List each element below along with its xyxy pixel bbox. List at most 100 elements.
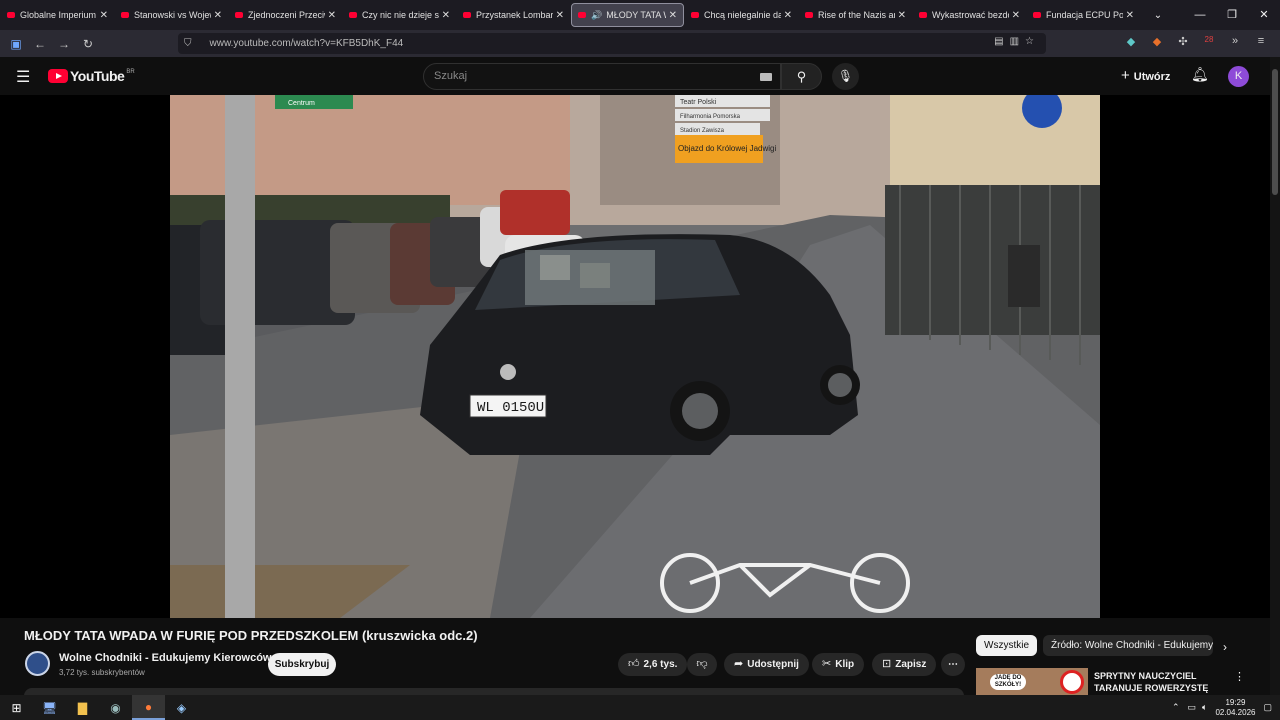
browser-tab[interactable]: Czy nic nie dzieje się ✕ bbox=[343, 3, 456, 27]
tray-chevron-icon[interactable]: ⌃ bbox=[1172, 702, 1180, 713]
sidebar-toggle-icon[interactable]: ▣ bbox=[4, 37, 28, 51]
chevron-right-icon[interactable]: › bbox=[1223, 640, 1227, 654]
share-icon: ➦ bbox=[734, 658, 744, 670]
vpn-extension-icon[interactable]: ◆ bbox=[1118, 35, 1144, 48]
close-tab-icon[interactable]: ✕ bbox=[1012, 10, 1020, 21]
recommended-video-thumbnail[interactable]: JADĘ DO SZKOŁY! bbox=[976, 668, 1088, 695]
dislike-button[interactable]: 👎︎ bbox=[687, 653, 717, 676]
close-window-icon[interactable]: ✕ bbox=[1248, 0, 1280, 30]
notifications-bell-icon[interactable]: 🔔︎ bbox=[1191, 66, 1209, 83]
plus-icon: + bbox=[1121, 67, 1130, 84]
ublock-badge[interactable]: 28 bbox=[1196, 35, 1222, 48]
extensions-area: ◆ ◆ ✣ 28 » ≡ bbox=[1118, 35, 1274, 48]
close-tab-icon[interactable]: ✕ bbox=[1126, 10, 1134, 21]
bookmark-star-icon[interactable]: ☆ bbox=[1025, 36, 1040, 47]
close-tab-icon[interactable]: ✕ bbox=[442, 10, 450, 21]
address-bar-actions: ▤▥☆ bbox=[994, 36, 1040, 47]
close-tab-icon[interactable]: ✕ bbox=[100, 10, 108, 21]
browser-nav-bar: ▣ ← → ↻ ⛉ www.youtube.com/watch?v=KFB5Dh… bbox=[0, 30, 1280, 57]
reload-icon[interactable]: ↻ bbox=[76, 37, 100, 51]
thumbs-up-icon: 👍︎ bbox=[628, 658, 640, 670]
video-frame[interactable]: WL 0150U Teatr Polski Filharmonia Pomors… bbox=[170, 95, 1100, 618]
share-button[interactable]: ➦ Udostępnij bbox=[724, 653, 809, 676]
sign-centrum: Centrum bbox=[288, 100, 315, 107]
close-tab-icon[interactable]: ✕ bbox=[784, 10, 792, 21]
file-explorer-icon[interactable]: ▇ bbox=[66, 695, 99, 720]
channel-name[interactable]: Wolne Chodniki - Edukujemy Kierowców bbox=[59, 652, 272, 664]
windows-start-icon[interactable]: ⊞ bbox=[0, 695, 33, 720]
browser-tab[interactable]: Fundacja ECPU Polsk✕ bbox=[1027, 3, 1140, 27]
close-tab-icon[interactable]: ✕ bbox=[328, 10, 336, 21]
youtube-logo[interactable]: YouTube BR bbox=[48, 68, 135, 84]
account-avatar[interactable]: K bbox=[1228, 66, 1249, 87]
browser-tab[interactable]: Zjednoczeni Przeciw ✕ bbox=[229, 3, 342, 27]
search-input[interactable]: Szukaj bbox=[423, 63, 781, 90]
youtube-favicon-icon bbox=[121, 12, 129, 18]
close-tab-icon[interactable]: ✕ bbox=[214, 10, 222, 21]
youtube-favicon-icon bbox=[235, 12, 243, 18]
notifications-icon[interactable]: ▢ bbox=[1263, 702, 1272, 713]
forward-icon[interactable]: → bbox=[52, 37, 76, 51]
channel-avatar[interactable] bbox=[25, 651, 50, 676]
voice-search-button[interactable]: 🎙 bbox=[832, 63, 859, 90]
close-tab-icon[interactable]: ✕ bbox=[556, 10, 564, 21]
clock[interactable]: 19:29 02.04.2026 bbox=[1215, 698, 1255, 718]
list-all-tabs-icon[interactable]: ⌄ bbox=[1148, 10, 1168, 21]
overflow-chevron-icon[interactable]: » bbox=[1222, 35, 1248, 48]
clip-button[interactable]: ✂ Klip bbox=[812, 653, 865, 676]
windows-taskbar: ⊞ 🖥︎ ▇ ◉ ● ◈ ⌃ ▭ 🔈︎ 19:29 02.04.2026 ▢ bbox=[0, 695, 1280, 720]
firefox-icon[interactable]: ● bbox=[132, 695, 165, 720]
speaker-icon[interactable]: 🔊 bbox=[591, 10, 602, 21]
url-text[interactable]: www.youtube.com/watch?v=KFB5DhK_F44 bbox=[210, 38, 404, 49]
chip-all[interactable]: Wszystkie bbox=[976, 635, 1037, 656]
youtube-favicon-icon bbox=[919, 12, 927, 18]
search-button[interactable]: ⚲ bbox=[781, 63, 822, 90]
like-button[interactable]: 👍︎ 2,6 tys. bbox=[618, 653, 688, 676]
browser-tab[interactable]: Stanowski vs Wojewó✕ bbox=[115, 3, 228, 27]
hamburger-menu-icon[interactable]: ☰ bbox=[16, 67, 30, 87]
sign-detour: Objazd do Królowej Jadwigi bbox=[678, 144, 776, 153]
scrollbar-thumb[interactable] bbox=[1272, 69, 1278, 195]
back-icon[interactable]: ← bbox=[28, 37, 52, 51]
chip-source[interactable]: Źródło: Wolne Chodniki - Edukujemy Kiero… bbox=[1043, 635, 1213, 656]
network-icon[interactable]: ▭ bbox=[1188, 702, 1197, 713]
video-player[interactable]: WL 0150U Teatr Polski Filharmonia Pomors… bbox=[0, 95, 1270, 618]
more-vertical-icon[interactable]: ⋮ bbox=[1234, 670, 1245, 683]
page-scrollbar[interactable] bbox=[1270, 57, 1280, 695]
subscribe-button[interactable]: Subskrybuj bbox=[268, 653, 336, 676]
thumbnail-caption: JADĘ DO SZKOŁY! bbox=[990, 674, 1026, 690]
create-button[interactable]: + Utwórz bbox=[1121, 67, 1170, 84]
reader-view-icon[interactable]: ▥ bbox=[1010, 36, 1025, 47]
restore-icon[interactable]: ❐ bbox=[1216, 0, 1248, 30]
app-menu-icon[interactable]: ≡ bbox=[1248, 35, 1274, 48]
close-tab-icon[interactable]: ✕ bbox=[669, 10, 677, 21]
browser-tab[interactable]: Przystanek Lombard ✕ bbox=[457, 3, 570, 27]
save-button[interactable]: ⊡ Zapisz bbox=[872, 653, 937, 676]
monitor-app-icon[interactable]: 🖥︎ bbox=[33, 695, 66, 720]
minimize-icon[interactable]: — bbox=[1184, 0, 1216, 30]
browser-tab[interactable]: Globalne Imperium B ✕ bbox=[1, 3, 114, 27]
picture-in-picture-icon[interactable]: ▤ bbox=[994, 36, 1009, 47]
browser-tab[interactable]: Chcą nielegalnie dan ✕ bbox=[685, 3, 798, 27]
browser-tab[interactable]: Rise of the Nazis and✕ bbox=[799, 3, 912, 27]
license-plate-text: WL 0150U bbox=[477, 400, 544, 416]
scissors-icon: ✂ bbox=[822, 658, 832, 670]
subscriber-count: 3,72 tys. subskrybentów bbox=[59, 668, 145, 677]
fox-extension-icon[interactable]: ◆ bbox=[1144, 35, 1170, 48]
address-bar[interactable]: ⛉ www.youtube.com/watch?v=KFB5DhK_F44 ▤▥… bbox=[178, 33, 1046, 54]
shield-icon[interactable]: ⛉ bbox=[184, 38, 192, 49]
app-icon[interactable]: ◈ bbox=[165, 695, 198, 720]
youtube-favicon-icon bbox=[1033, 12, 1041, 18]
browser-tab-active[interactable]: 🔊MŁODY TATA WP✕ bbox=[571, 3, 684, 27]
browser-tab[interactable]: Wykastrować bezdom✕ bbox=[913, 3, 1026, 27]
steam-icon[interactable]: ◉ bbox=[99, 695, 132, 720]
volume-icon[interactable]: 🔈︎ bbox=[1202, 702, 1207, 713]
more-actions-button[interactable]: ⋯ bbox=[941, 653, 965, 676]
close-tab-icon[interactable]: ✕ bbox=[898, 10, 906, 21]
keyboard-icon[interactable] bbox=[760, 73, 772, 81]
youtube-play-icon bbox=[48, 69, 68, 83]
extensions-puzzle-icon[interactable]: ✣ bbox=[1170, 35, 1196, 48]
browser-tab-strip: Globalne Imperium B✕ Stanowski vs Wojewó… bbox=[0, 0, 1280, 30]
youtube-favicon-icon bbox=[691, 12, 699, 18]
youtube-favicon-icon bbox=[578, 12, 586, 18]
